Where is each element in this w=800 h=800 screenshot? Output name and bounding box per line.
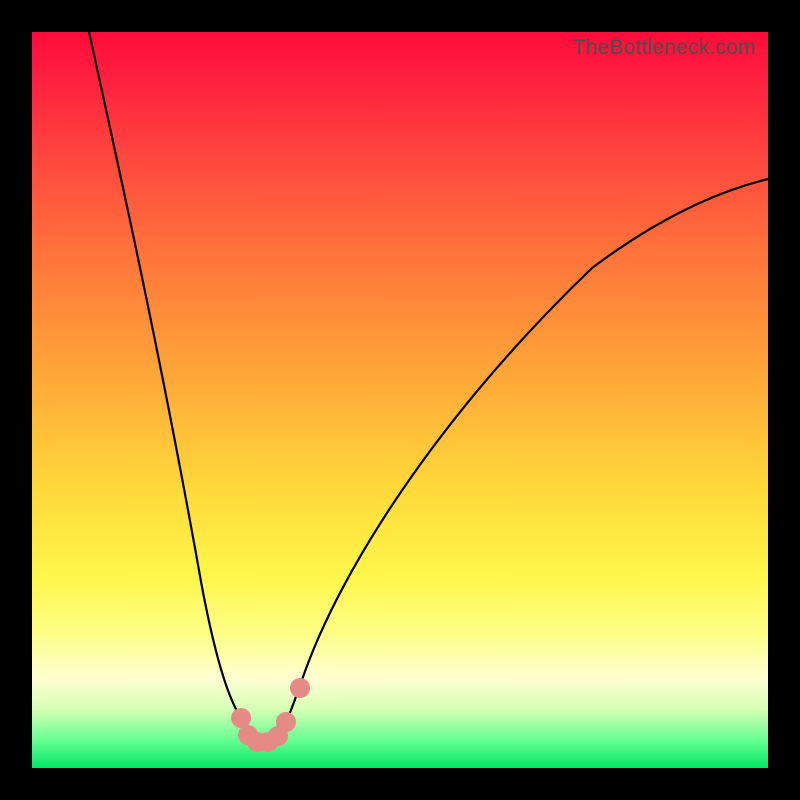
right-branch-curve <box>264 179 768 744</box>
outer-black-frame: TheBottleneck.com <box>0 0 800 800</box>
left-branch-curve <box>89 32 264 744</box>
marker-dot <box>290 678 310 698</box>
plot-area: TheBottleneck.com <box>32 32 768 768</box>
curve-layer <box>32 32 768 768</box>
valley-marker-cluster <box>231 678 310 752</box>
marker-dot <box>276 712 296 732</box>
